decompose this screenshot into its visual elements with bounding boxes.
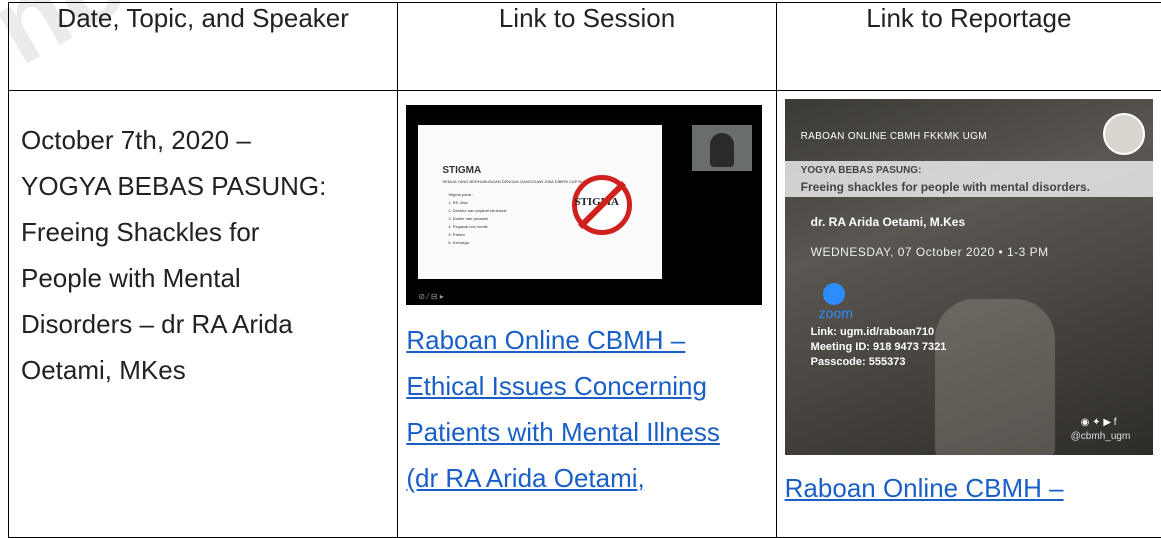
header-row: Date, Topic, and Speaker Link to Session… bbox=[9, 3, 1161, 91]
ugm-seal-icon bbox=[1103, 113, 1145, 155]
header-date-topic-speaker: Date, Topic, and Speaker bbox=[9, 3, 398, 91]
webcam-preview bbox=[692, 125, 752, 171]
topic-cell: October 7th, 2020 – YOGYA BEBAS PASUNG: … bbox=[9, 91, 398, 538]
poster-title-2: Freeing shackles for people with mental … bbox=[801, 180, 1090, 194]
reportage-link-line[interactable]: Raboan Online CBMH – bbox=[785, 465, 1161, 511]
poster-handle: @cbmh_ugm bbox=[1071, 431, 1131, 442]
slide-item: 2. Direktur dan pejabat struktural bbox=[448, 207, 506, 215]
event-poster[interactable]: RABOAN ONLINE CBMH FKKMK UGM YOGYA BEBAS… bbox=[785, 99, 1153, 455]
slide-title: STIGMA bbox=[442, 165, 481, 176]
presenter-avatar bbox=[710, 133, 734, 167]
header-link-to-session: Link to Session bbox=[398, 3, 776, 91]
stop-stigma-icon: STIGMA bbox=[572, 175, 632, 235]
poster-link: Link: ugm.id/raboan710 bbox=[811, 325, 947, 340]
slide-list: Stigma pada : 1. RS Jiwa 2. Direktur dan… bbox=[448, 191, 506, 247]
slide-subtitle: SEMUA YANG BERHUBUNGAN DENGAN GANGGUAN J… bbox=[442, 179, 592, 184]
topic-line: People with Mental bbox=[21, 255, 397, 301]
poster-date: WEDNESDAY, 07 October 2020 • 1-3 PM bbox=[811, 245, 1049, 259]
topic-line: Freeing Shackles for bbox=[21, 209, 397, 255]
topic-line: Disorders – dr RA Arida bbox=[21, 301, 397, 347]
reportage-cell: RABOAN ONLINE CBMH FKKMK UGM YOGYA BEBAS… bbox=[776, 91, 1161, 538]
poster-photo bbox=[935, 299, 1055, 455]
slide-preview: STIGMA SEMUA YANG BERHUBUNGAN DENGAN GAN… bbox=[418, 125, 662, 279]
poster-header: RABOAN ONLINE CBMH FKKMK UGM bbox=[801, 131, 987, 142]
slide-item: 5. Pasien bbox=[448, 231, 506, 239]
table-row: October 7th, 2020 – YOGYA BEBAS PASUNG: … bbox=[9, 91, 1161, 538]
slide-item: 1. RS Jiwa bbox=[448, 199, 506, 207]
player-controls-icon[interactable]: ⊘ ⁄ ⊟ ▸ bbox=[418, 292, 443, 301]
slide-item: 4. Pegawai non medis bbox=[448, 223, 506, 231]
session-link-line[interactable]: Ethical Issues Concerning bbox=[406, 363, 775, 409]
slide-item: 6. Keluarga bbox=[448, 239, 506, 247]
poster-title-1: YOGYA BEBAS PASUNG: bbox=[801, 165, 922, 176]
slide-item: 3. Dokter dan perawat bbox=[448, 215, 506, 223]
topic-line: YOGYA BEBAS PASUNG: bbox=[21, 163, 397, 209]
session-link-wrap: Raboan Online CBMH – Ethical Issues Conc… bbox=[398, 305, 775, 501]
poster-passcode: Passcode: 555373 bbox=[811, 355, 947, 370]
poster-meeting-info: Link: ugm.id/raboan710 Meeting ID: 918 9… bbox=[811, 325, 947, 370]
poster-meeting-id: Meeting ID: 918 9473 7321 bbox=[811, 340, 947, 355]
topic-text: October 7th, 2020 – YOGYA BEBAS PASUNG: … bbox=[9, 91, 397, 393]
topic-line: Oetami, MKes bbox=[21, 347, 397, 393]
zoom-label: zoom bbox=[819, 305, 853, 321]
poster-speaker: dr. RA Arida Oetami, M.Kes bbox=[811, 215, 965, 229]
topic-line: October 7th, 2020 – bbox=[21, 117, 397, 163]
reportage-link-wrap: Raboan Online CBMH – bbox=[777, 455, 1161, 511]
zoom-icon bbox=[823, 283, 845, 305]
header-link-to-reportage: Link to Reportage bbox=[776, 3, 1161, 91]
social-icons: ◉ ✦ ▶ f bbox=[1081, 417, 1117, 428]
session-cell: STIGMA SEMUA YANG BERHUBUNGAN DENGAN GAN… bbox=[398, 91, 776, 538]
session-link-line[interactable]: (dr RA Arida Oetami, bbox=[406, 455, 775, 501]
slide-list-title: Stigma pada : bbox=[448, 191, 506, 199]
session-link-line[interactable]: Raboan Online CBMH – bbox=[406, 317, 775, 363]
session-thumbnail[interactable]: STIGMA SEMUA YANG BERHUBUNGAN DENGAN GAN… bbox=[406, 105, 762, 305]
session-link-line[interactable]: Patients with Mental Illness bbox=[406, 409, 775, 455]
schedule-table: Date, Topic, and Speaker Link to Session… bbox=[8, 2, 1161, 538]
